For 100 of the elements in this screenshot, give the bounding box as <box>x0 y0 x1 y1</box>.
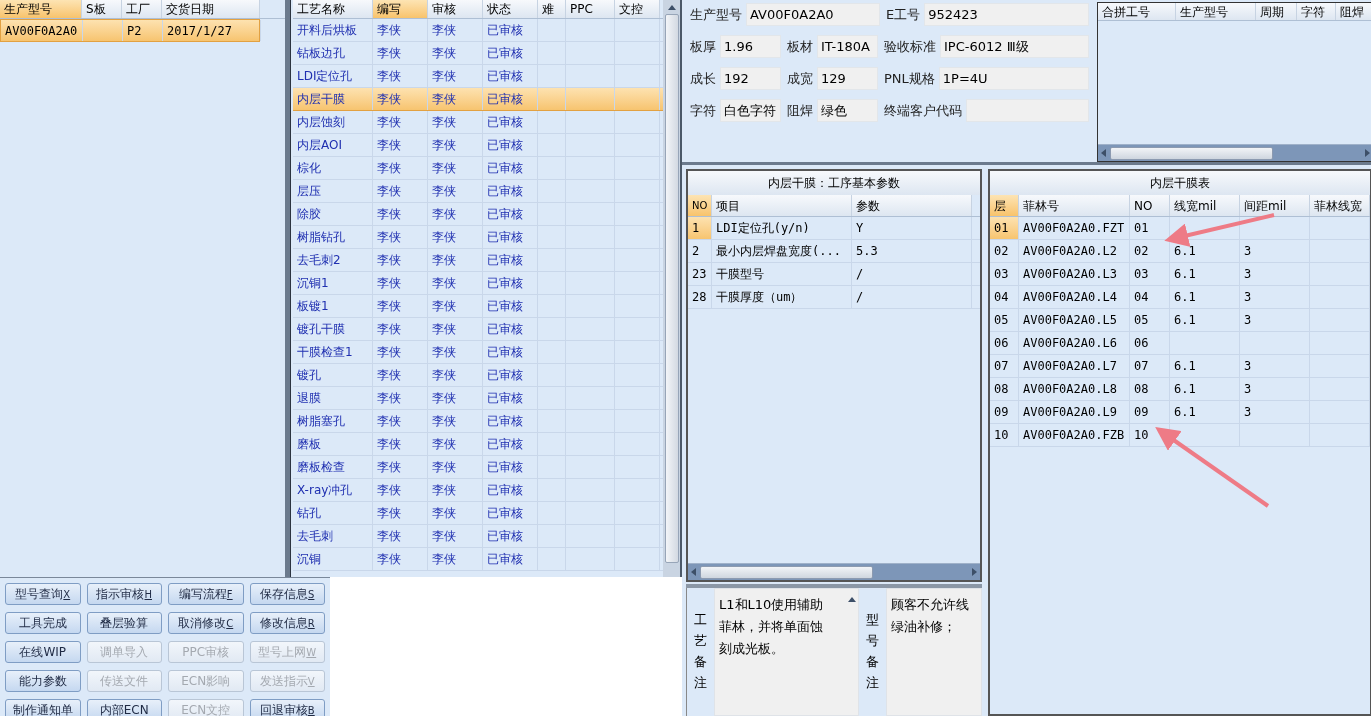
process-row[interactable]: 去毛刺 李侠 李侠 已审核 <box>293 525 663 548</box>
note-field[interactable]: L1和L10使用辅助 菲林，并将单面蚀 刻成光板。 <box>714 588 859 716</box>
input-field[interactable]: IPC-6012 Ⅲ级 <box>940 35 1089 58</box>
process-row[interactable]: 除胶 李侠 李侠 已审核 <box>293 203 663 226</box>
column-header[interactable]: 项目 <box>712 195 852 216</box>
toolbar-button[interactable]: 内部ECN <box>86 699 162 716</box>
process-row[interactable]: 树脂塞孔 李侠 李侠 已审核 <box>293 410 663 433</box>
column-header[interactable]: 菲林线宽 <box>1310 195 1370 216</box>
column-header[interactable]: 阻焊 <box>1336 3 1371 20</box>
scroll-right-icon[interactable] <box>1364 149 1371 157</box>
process-row[interactable]: 钻板边孔 李侠 李侠 已审核 <box>293 42 663 65</box>
vertical-scrollbar[interactable] <box>663 0 680 577</box>
param-row[interactable]: 1 LDI定位孔(y/n) Y <box>688 217 980 240</box>
toolbar-button[interactable]: 编写流程F <box>168 583 244 605</box>
param-row[interactable]: 23 干膜型号 / <box>688 263 980 286</box>
input-field[interactable]: 952423 <box>924 3 1089 26</box>
toolbar-button[interactable]: 型号查询X <box>5 583 81 605</box>
column-header[interactable]: 难 <box>538 0 566 18</box>
process-row[interactable]: 棕化 李侠 李侠 已审核 <box>293 157 663 180</box>
table-cell-text: LDI定位孔 <box>297 68 353 85</box>
scroll-right-icon[interactable] <box>971 568 978 576</box>
process-row[interactable]: 钻孔 李侠 李侠 已审核 <box>293 502 663 525</box>
column-header[interactable]: 生产型号 <box>1176 3 1256 20</box>
order-row[interactable]: AV00F0A2A0 P2 2017/1/27 <box>0 19 260 42</box>
toolbar-button[interactable]: 修改信息R <box>249 612 325 634</box>
column-header[interactable]: 交货日期 <box>162 0 260 18</box>
process-row[interactable]: 内层蚀刻 李侠 李侠 已审核 <box>293 111 663 134</box>
horizontal-scrollbar[interactable] <box>1098 144 1371 161</box>
film-row[interactable]: 01 AV00F0A2A0.FZT 01 <box>990 217 1370 240</box>
film-row[interactable]: 03 AV00F0A2A0.L3 03 6.1 3 <box>990 263 1370 286</box>
process-row[interactable]: 磨板 李侠 李侠 已审核 <box>293 433 663 456</box>
film-row[interactable]: 04 AV00F0A2A0.L4 04 6.1 3 <box>990 286 1370 309</box>
column-header[interactable]: 参数 <box>852 195 972 216</box>
process-row[interactable]: 沉铜 李侠 李侠 已审核 <box>293 548 663 571</box>
table-cell-text: 除胶 <box>297 206 321 223</box>
table-cell-text: 28 <box>692 289 707 306</box>
process-row[interactable]: 镀孔干膜 李侠 李侠 已审核 <box>293 318 663 341</box>
column-header[interactable]: 字符 <box>1297 3 1336 20</box>
process-row[interactable]: 开料后烘板 李侠 李侠 已审核 <box>293 19 663 42</box>
process-row[interactable]: 去毛刺2 李侠 李侠 已审核 <box>293 249 663 272</box>
scroll-left-icon[interactable] <box>690 568 697 576</box>
column-header[interactable]: 状态 <box>483 0 538 18</box>
scroll-up-icon[interactable] <box>848 595 856 603</box>
toolbar-button[interactable]: 工具完成 <box>5 612 81 634</box>
film-row[interactable]: 05 AV00F0A2A0.L5 05 6.1 3 <box>990 309 1370 332</box>
toolbar-button[interactable]: 制作通知单 <box>5 699 81 716</box>
column-header[interactable]: NO <box>1130 195 1170 216</box>
column-header[interactable]: 间距mil <box>1240 195 1310 216</box>
column-header[interactable]: 菲林号 <box>1019 195 1130 216</box>
film-row[interactable]: 07 AV00F0A2A0.L7 07 6.1 3 <box>990 355 1370 378</box>
input-field[interactable]: 绿色 <box>817 99 878 122</box>
column-header[interactable]: 文控 <box>615 0 660 18</box>
toolbar-button[interactable]: 指示审核H <box>86 583 162 605</box>
column-header[interactable]: 工艺名称 <box>293 0 373 18</box>
column-header[interactable]: 审核 <box>428 0 483 18</box>
toolbar-button[interactable]: 取消修改C <box>168 612 244 634</box>
param-row[interactable]: 28 干膜厚度（um） / <box>688 286 980 309</box>
note-field[interactable]: 顾客不允许线 绿油补修； <box>886 588 982 716</box>
process-row[interactable]: 内层AOI 李侠 李侠 已审核 <box>293 134 663 157</box>
column-header[interactable]: 周期 <box>1256 3 1297 20</box>
toolbar-button[interactable]: 在线WIP <box>5 641 81 663</box>
film-row[interactable]: 02 AV00F0A2A0.L2 02 6.1 3 <box>990 240 1370 263</box>
toolbar-button[interactable]: 回退审核B <box>249 699 325 716</box>
process-row[interactable]: 层压 李侠 李侠 已审核 <box>293 180 663 203</box>
scroll-left-icon[interactable] <box>1100 149 1107 157</box>
input-field[interactable]: IT-180A <box>817 35 878 58</box>
process-row[interactable]: 干膜检查1 李侠 李侠 已审核 <box>293 341 663 364</box>
column-header[interactable]: 工厂 <box>122 0 162 18</box>
process-row[interactable]: 退膜 李侠 李侠 已审核 <box>293 387 663 410</box>
process-row[interactable]: 镀孔 李侠 李侠 已审核 <box>293 364 663 387</box>
film-row[interactable]: 09 AV00F0A2A0.L9 09 6.1 3 <box>990 401 1370 424</box>
process-row[interactable]: 板镀1 李侠 李侠 已审核 <box>293 295 663 318</box>
film-row[interactable]: 08 AV00F0A2A0.L8 08 6.1 3 <box>990 378 1370 401</box>
film-row[interactable]: 10 AV00F0A2A0.FZB 10 <box>990 424 1370 447</box>
process-row[interactable]: 树脂钻孔 李侠 李侠 已审核 <box>293 226 663 249</box>
column-header[interactable]: NO <box>688 195 712 216</box>
input-field[interactable]: 白色字符 <box>720 99 781 122</box>
input-field[interactable]: 192 <box>720 67 781 90</box>
input-field[interactable]: AV00F0A2A0 <box>746 3 880 26</box>
process-row[interactable]: 磨板检查 李侠 李侠 已审核 <box>293 456 663 479</box>
column-header[interactable]: 编写 <box>373 0 428 18</box>
process-row[interactable]: 内层干膜 李侠 李侠 已审核 <box>293 88 663 111</box>
param-row[interactable]: 2 最小内层焊盘宽度(... 5.3 <box>688 240 980 263</box>
toolbar-button[interactable]: 叠层验算 <box>86 612 162 634</box>
process-row[interactable]: 沉铜1 李侠 李侠 已审核 <box>293 272 663 295</box>
film-row[interactable]: 06 AV00F0A2A0.L6 06 <box>990 332 1370 355</box>
scroll-up-icon[interactable] <box>667 3 676 11</box>
horizontal-scrollbar[interactable] <box>688 563 980 580</box>
toolbar-button[interactable]: 保存信息S <box>249 583 325 605</box>
column-header[interactable]: PPC <box>566 0 615 18</box>
input-field[interactable]: 1.96 <box>720 35 781 58</box>
column-header[interactable]: 生产型号 <box>0 0 82 18</box>
column-header[interactable]: S板 <box>82 0 122 18</box>
input-field[interactable]: 1P=4U <box>938 67 1089 90</box>
toolbar-button[interactable]: 能力参数 <box>5 670 81 692</box>
column-header[interactable]: 线宽mil <box>1170 195 1240 216</box>
column-header[interactable]: 合拼工号 <box>1098 3 1176 20</box>
process-row[interactable]: X-ray冲孔 李侠 李侠 已审核 <box>293 479 663 502</box>
column-header[interactable]: 层 <box>990 195 1019 216</box>
input-field[interactable]: 129 <box>817 67 878 90</box>
